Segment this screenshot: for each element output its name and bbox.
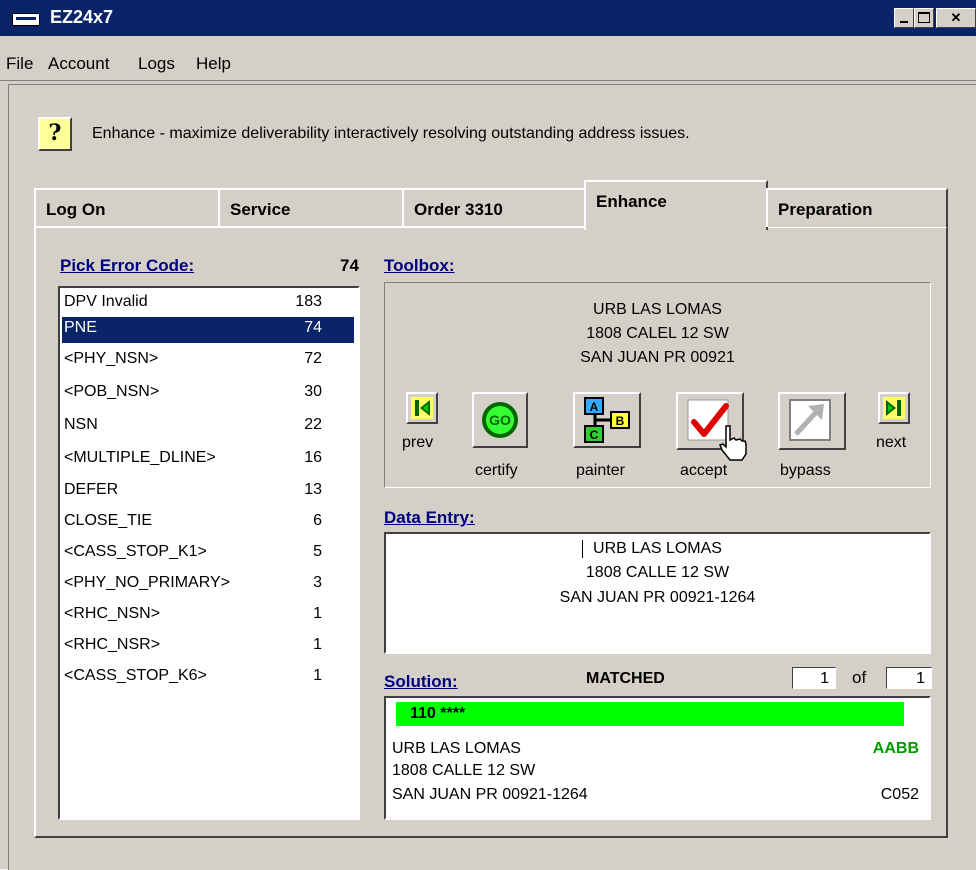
painter-letter-a: A: [590, 400, 599, 414]
tab-service[interactable]: Service: [218, 188, 404, 227]
tab-order[interactable]: Order 3310: [402, 188, 586, 227]
score-text: 110 ****: [410, 705, 466, 722]
go-icon-text: GO: [489, 412, 511, 428]
list-item[interactable]: DEFER 13: [62, 479, 354, 505]
arrow-left-icon: [411, 397, 433, 419]
data-entry-header: Data Entry:: [384, 508, 475, 527]
app-icon: [12, 13, 40, 26]
route-code: C052: [880, 786, 919, 803]
entry-line: URB LAS LOMAS: [593, 540, 722, 557]
painter-icon: A B C: [584, 397, 630, 443]
painter-letter-b: B: [616, 414, 625, 428]
maximize-button[interactable]: [914, 8, 934, 28]
menu-account[interactable]: Account: [48, 54, 109, 74]
prev-button[interactable]: [406, 392, 438, 424]
score-bar: 110 ****: [396, 702, 904, 726]
list-item[interactable]: <POB_NSN> 30: [62, 381, 354, 407]
tab-enhance[interactable]: Enhance: [584, 180, 768, 230]
menu-logs[interactable]: Logs: [138, 54, 175, 74]
solution-header: Solution:: [384, 672, 458, 691]
arrow-right-icon: [883, 397, 905, 419]
certify-label: certify: [475, 462, 518, 479]
toolbox-panel: URB LAS LOMAS 1808 CALEL 12 SW SAN JUAN …: [384, 282, 931, 488]
certify-button[interactable]: GO: [472, 392, 528, 448]
painter-button[interactable]: A B C: [573, 392, 641, 448]
toolbox-header: Toolbox:: [384, 256, 455, 275]
title-bar: EZ24x7 ✕: [0, 0, 976, 36]
tab-log-on[interactable]: Log On: [34, 188, 220, 227]
close-icon: ✕: [950, 10, 962, 25]
minimize-icon: [900, 21, 908, 23]
painter-letter-c: C: [590, 428, 599, 442]
list-item[interactable]: <PHY_NSN> 72: [62, 348, 354, 374]
selected-error-count: 74: [340, 256, 359, 275]
list-item[interactable]: NSN 22: [62, 414, 354, 440]
accept-label: accept: [680, 462, 728, 479]
solution-index-field[interactable]: 1: [792, 667, 836, 689]
of-label: of: [852, 668, 867, 687]
list-item[interactable]: <MULTIPLE_DLINE> 16: [62, 447, 354, 473]
entry-line: 1808 CALLE 12 SW: [585, 564, 730, 581]
toolbox-address-line: URB LAS LOMAS: [593, 301, 722, 318]
hand-cursor-icon: [719, 425, 747, 461]
entry-line: SAN JUAN PR 00921-1264: [559, 589, 756, 606]
maximize-icon: [918, 12, 930, 23]
solution-line: SAN JUAN PR 00921-1264: [392, 786, 588, 803]
minimize-button[interactable]: [894, 8, 914, 28]
help-button[interactable]: ?: [38, 117, 72, 151]
go-icon: GO: [482, 402, 518, 438]
menu-file[interactable]: File: [6, 54, 33, 74]
tab-preparation[interactable]: Preparation: [766, 188, 948, 227]
list-item[interactable]: DPV Invalid 183: [62, 291, 354, 317]
window-title: EZ24x7: [50, 7, 114, 27]
next-button[interactable]: [878, 392, 910, 424]
next-label: next: [876, 434, 907, 451]
solution-line: URB LAS LOMAS: [392, 740, 521, 757]
close-button[interactable]: ✕: [936, 8, 976, 28]
list-item[interactable]: <RHC_NSN> 1: [62, 603, 354, 629]
help-description: Enhance - maximize deliverability intera…: [92, 125, 690, 142]
solution-line: 1808 CALLE 12 SW: [392, 762, 536, 779]
list-item[interactable]: PNE 74: [62, 317, 354, 343]
bypass-button[interactable]: [778, 392, 846, 450]
list-item[interactable]: <CASS_STOP_K6> 1: [62, 665, 354, 691]
list-item[interactable]: <RHC_NSR> 1: [62, 634, 354, 660]
text-cursor: [582, 540, 583, 558]
menu-bar: File Account Logs Help: [0, 36, 976, 81]
toolbox-address-line: SAN JUAN PR 00921: [580, 349, 735, 366]
painter-label: painter: [576, 462, 625, 479]
menu-help[interactable]: Help: [196, 54, 231, 74]
solution-panel: 110 **** URB LAS LOMAS 1808 CALLE 12 SW …: [384, 696, 931, 820]
bypass-label: bypass: [780, 462, 831, 479]
error-code-header: Pick Error Code:: [60, 256, 195, 275]
error-code-list[interactable]: DPV Invalid 183 PNE 74 <PHY_NSN> 72 <POB_NS…: [58, 286, 360, 820]
solution-total-field: 1: [886, 667, 932, 689]
app-window: EZ24x7 ✕ File Account Logs Help ? Enhanc…: [0, 0, 976, 870]
prev-label: prev: [402, 434, 434, 451]
list-item[interactable]: <CASS_STOP_K1> 5: [62, 541, 354, 567]
match-code: AABB: [872, 740, 919, 757]
question-icon: ?: [48, 120, 62, 146]
list-item[interactable]: <PHY_NO_PRIMARY> 3: [62, 572, 354, 598]
solution-status: MATCHED: [586, 670, 665, 687]
toolbox-address-line: 1808 CALEL 12 SW: [586, 325, 729, 342]
data-entry-field[interactable]: URB LAS LOMAS 1808 CALLE 12 SW SAN JUAN …: [384, 532, 931, 654]
bypass-arrow-icon: [789, 399, 831, 441]
list-item[interactable]: CLOSE_TIE 6: [62, 510, 354, 536]
